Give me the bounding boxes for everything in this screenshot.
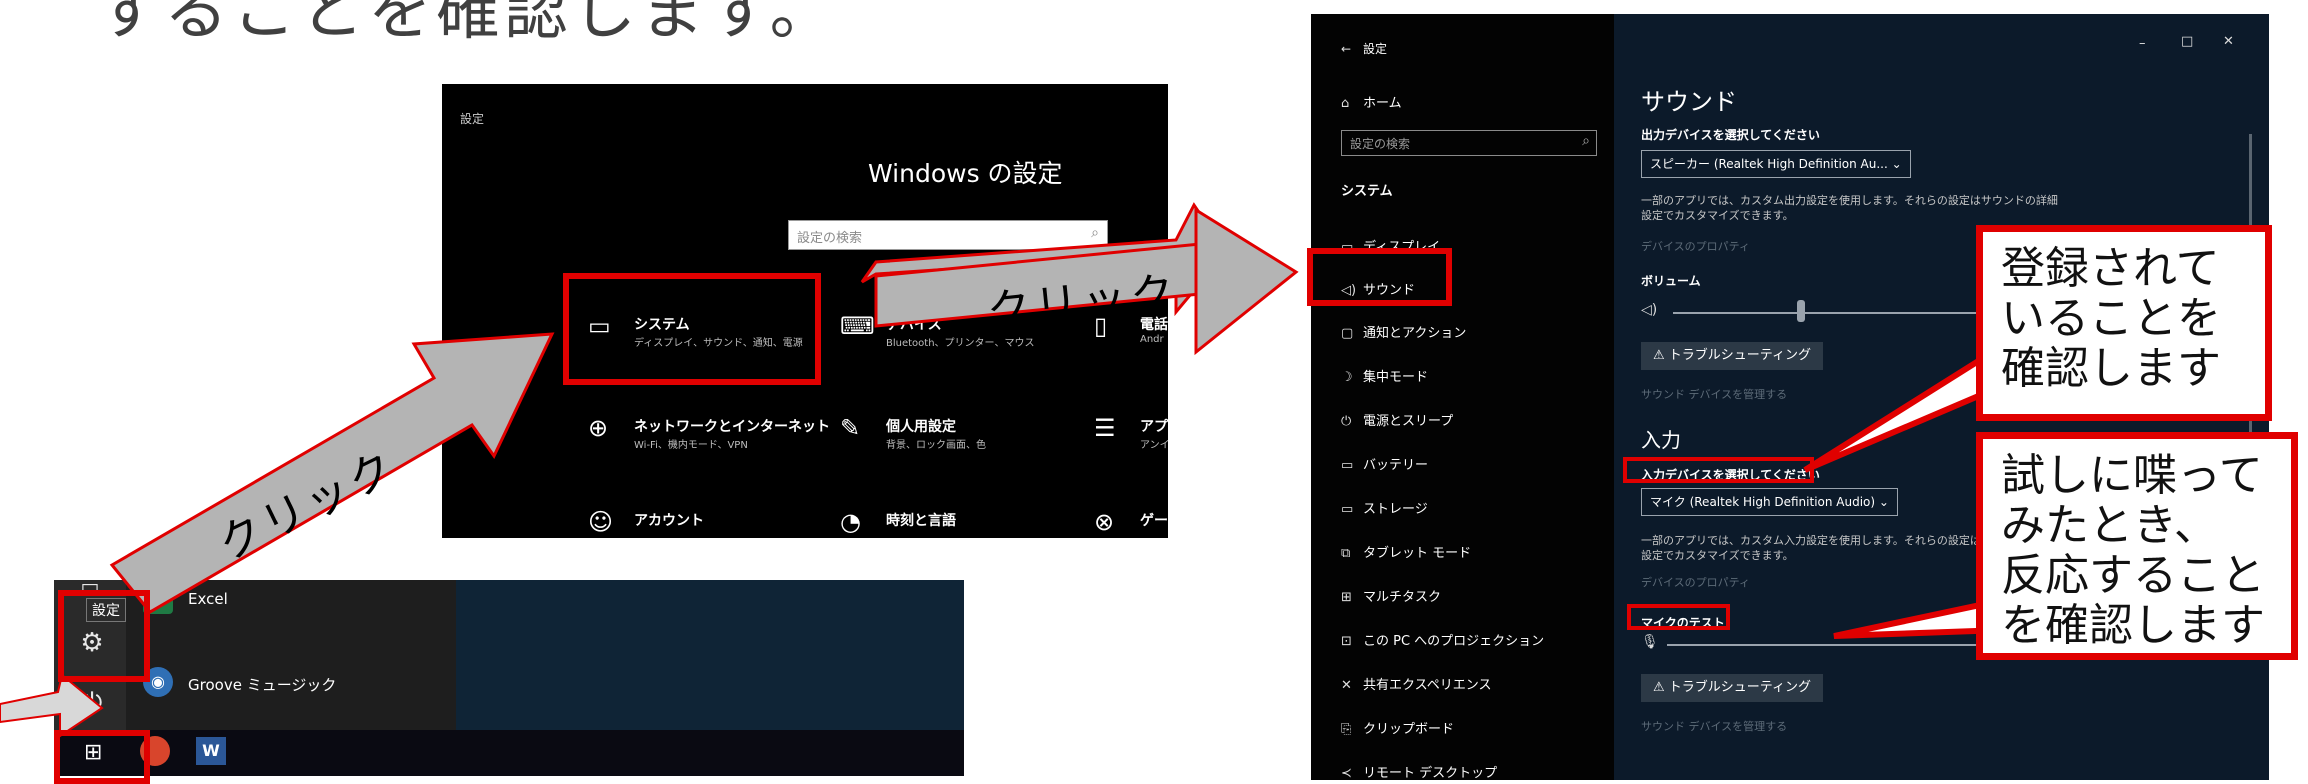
arrow-settings-to-sound-head [1194,207,1299,356]
highlight-input-label [1623,457,1814,483]
arrow-windows-button [0,673,104,738]
callout-line: 確認します [2001,343,2221,394]
highlight-sound [1307,248,1452,306]
callout-registered: 登録されて いることを 確認します [1976,225,2272,421]
callout-line: を確認します [2001,600,2265,651]
callout-line: 試しに喋って [2001,450,2263,501]
callout-line: みたとき、 [2001,500,2218,551]
callout-line: 登録されて [2001,243,2220,294]
highlight-start-button [54,730,150,784]
highlight-mic-test [1627,604,1730,630]
callout-line: いることを [2001,293,2221,344]
highlight-system [563,273,821,385]
annotation-arrows [0,202,2037,738]
highlight-settings-gear [58,590,150,682]
callout-speak-test: 試しに喋って みたとき、 反応すること を確認します [1976,432,2298,660]
callout-line: 反応すること [2001,550,2265,601]
